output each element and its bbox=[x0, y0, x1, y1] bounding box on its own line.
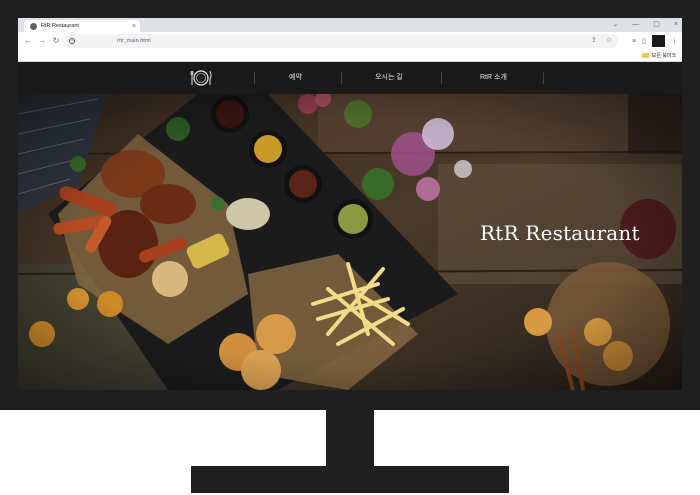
toolbar-actions: ≡ ▯ ⋮ bbox=[632, 35, 678, 47]
star-icon[interactable]: ☆ bbox=[606, 37, 612, 45]
profile-icon[interactable] bbox=[652, 35, 665, 47]
tab-title: RtR Restaurant bbox=[41, 23, 79, 29]
nav-item-reservation[interactable]: 예약 bbox=[289, 72, 302, 84]
browser-window: RtR Restaurant × ⌄ — ▢ × ← → ↻ i /rtr_ma… bbox=[18, 18, 682, 62]
extensions-icon[interactable]: ≡ bbox=[632, 38, 636, 45]
maximize-icon[interactable]: ▢ bbox=[653, 19, 660, 31]
nav-item-about[interactable]: RtR 소개 bbox=[480, 72, 507, 84]
nav-divider bbox=[341, 72, 342, 84]
tab-close-icon[interactable]: × bbox=[132, 23, 136, 30]
hero-title: RtR Restaurant bbox=[480, 221, 640, 245]
forward-icon[interactable]: → bbox=[38, 37, 46, 45]
restaurant-logo-icon[interactable] bbox=[190, 68, 212, 88]
website: 예약 오시는 길 RtR 소개 RtR Restaurant bbox=[18, 62, 682, 390]
nav-divider bbox=[254, 72, 255, 84]
hero-banner: RtR Restaurant bbox=[18, 94, 682, 390]
menu-icon[interactable]: ⋮ bbox=[671, 38, 678, 45]
omnibox-actions: ⇪ ☆ bbox=[591, 37, 612, 45]
browser-tab[interactable]: RtR Restaurant × bbox=[24, 20, 140, 32]
share-icon[interactable]: ⇪ bbox=[591, 37, 597, 45]
sidepanel-icon[interactable]: ▯ bbox=[642, 37, 646, 45]
info-icon[interactable]: i bbox=[69, 38, 75, 44]
close-window-icon[interactable]: × bbox=[674, 19, 678, 31]
window-controls: ⌄ — ▢ × bbox=[612, 19, 678, 31]
all-bookmarks-button[interactable]: 모든 북마크 bbox=[641, 52, 676, 59]
minimize-icon[interactable]: — bbox=[632, 19, 639, 31]
address-bar[interactable]: i /rtr_main.html ⇪ ☆ bbox=[62, 34, 618, 48]
monitor-stand-neck bbox=[326, 409, 374, 467]
monitor-stand-base bbox=[191, 466, 509, 493]
reload-icon[interactable]: ↻ bbox=[52, 37, 60, 45]
site-navigation: 예약 오시는 길 RtR 소개 bbox=[18, 62, 682, 94]
nav-divider bbox=[441, 72, 442, 84]
back-icon[interactable]: ← bbox=[24, 37, 32, 45]
folder-icon bbox=[641, 53, 649, 58]
url-text[interactable]: /rtr_main.html bbox=[117, 38, 151, 44]
nav-divider bbox=[543, 72, 544, 84]
tab-bar: RtR Restaurant × ⌄ — ▢ × bbox=[18, 18, 682, 32]
nav-item-directions[interactable]: 오시는 길 bbox=[375, 72, 403, 84]
bookmarks-bar: 모든 북마크 bbox=[18, 50, 682, 62]
all-bookmarks-label: 모든 북마크 bbox=[651, 53, 676, 59]
browser-toolbar: ← → ↻ i /rtr_main.html ⇪ ☆ ≡ ▯ ⋮ bbox=[18, 32, 682, 50]
globe-icon bbox=[30, 22, 37, 30]
tab-search-icon[interactable]: ⌄ bbox=[612, 19, 618, 31]
